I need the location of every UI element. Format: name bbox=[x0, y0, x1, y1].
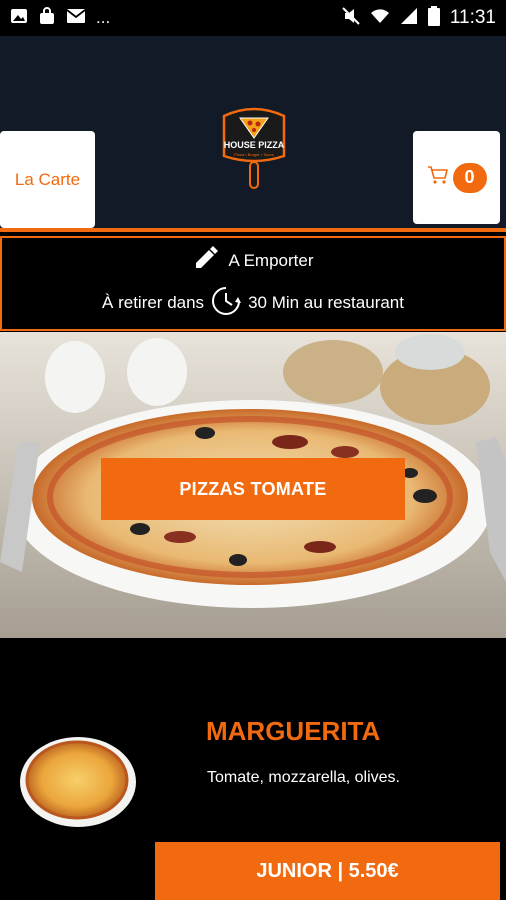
photo-icon bbox=[10, 7, 28, 29]
clock-icon bbox=[210, 285, 242, 322]
pickup-time-row: À retirer dans 30 Min au restaurant bbox=[102, 285, 404, 322]
la-carte-button[interactable]: La Carte bbox=[0, 131, 95, 228]
pencil-icon bbox=[192, 245, 219, 277]
more-notifications: ... bbox=[96, 8, 111, 27]
status-bar-right: 11:31 bbox=[342, 6, 496, 30]
mute-icon bbox=[342, 7, 360, 29]
order-mode-row: A Emporter bbox=[192, 245, 314, 277]
pickup-prefix: À retirer dans bbox=[102, 293, 205, 312]
cart-icon bbox=[427, 165, 449, 190]
add-junior-button[interactable]: JUNIOR | 5.50€ bbox=[155, 842, 500, 900]
wifi-icon bbox=[370, 7, 390, 29]
category-hero[interactable]: PIZZAS TOMATE bbox=[0, 332, 506, 638]
order-mode-banner[interactable]: A Emporter À retirer dans 30 Min au rest… bbox=[0, 236, 506, 331]
status-bar-left: ... bbox=[10, 7, 110, 29]
cart-count-badge: 0 bbox=[452, 162, 487, 193]
cart-button[interactable]: 0 bbox=[413, 131, 500, 224]
product-card: MARGUERITA Tomate, mozzarella, olives. J… bbox=[0, 638, 506, 900]
status-time: 11:31 bbox=[449, 7, 496, 28]
mail-icon bbox=[66, 8, 86, 28]
order-mode-label: A Emporter bbox=[228, 251, 314, 270]
la-carte-label: La Carte bbox=[14, 169, 81, 189]
battery-icon bbox=[427, 6, 440, 30]
bag-icon bbox=[38, 7, 56, 29]
product-image[interactable] bbox=[18, 734, 138, 829]
header-divider bbox=[0, 228, 506, 232]
logo-tagline: Pizza • Burger • Tacos bbox=[234, 152, 273, 157]
product-description: Tomate, mozzarella, olives. bbox=[207, 769, 400, 786]
pizzas-tomate-button[interactable]: PIZZAS TOMATE bbox=[101, 458, 405, 520]
signal-icon bbox=[400, 7, 418, 29]
pickup-suffix: 30 Min au restaurant bbox=[248, 293, 404, 312]
status-bar: ... 11:31 bbox=[0, 0, 506, 36]
product-title: MARGUERITA bbox=[206, 716, 381, 746]
house-pizza-logo: HOUSE PIZZA Pizza • Burger • Tacos bbox=[218, 104, 290, 190]
logo-name: HOUSE PIZZA bbox=[224, 140, 285, 150]
